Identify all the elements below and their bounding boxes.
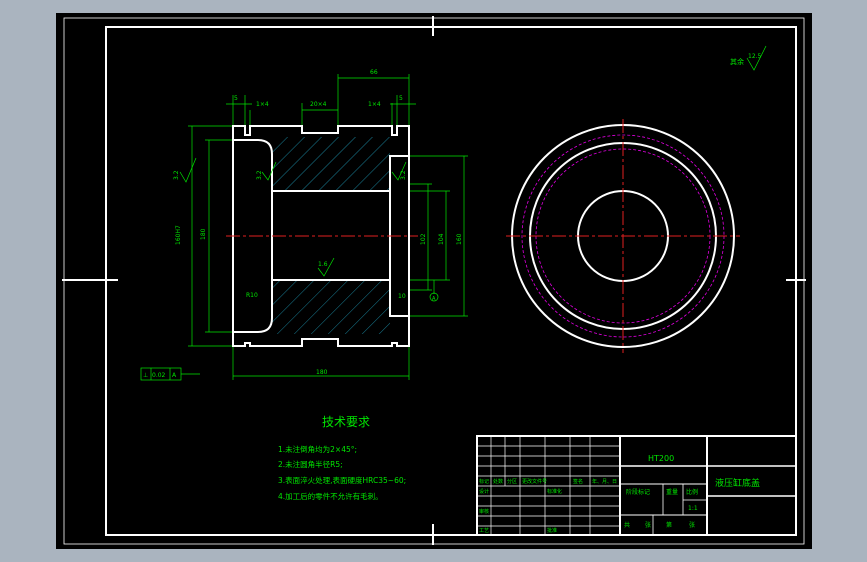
- rough-left: 3.2: [173, 170, 180, 180]
- process-label: 工艺: [479, 528, 489, 534]
- cad-drawing-canvas: 5 1×4 20×4 66 1×4 5 160H7 180 R10 3.2 3.…: [0, 0, 867, 562]
- dim-1x4-left: 1×4: [256, 101, 269, 108]
- rev-1: 标记: [479, 478, 489, 485]
- rough-right: 3.2: [400, 170, 407, 180]
- rough-top: 3.2: [256, 170, 263, 180]
- dim-right-mid: 104: [438, 233, 445, 245]
- note-1: 1.未注倒角均为2×45°;: [278, 444, 357, 454]
- notes-title: 技术要求: [322, 415, 370, 429]
- hatch-upper: [272, 137, 390, 191]
- dim-left-outer: 160H7: [175, 225, 182, 245]
- rev-2: 处数: [493, 478, 503, 485]
- dim-right-outer: 160: [456, 233, 463, 245]
- sheets-1: 共: [624, 521, 630, 529]
- hatch-lower: [272, 280, 390, 334]
- dim-20x4: 20×4: [310, 101, 327, 108]
- design-label: 设计: [479, 488, 489, 495]
- part-name: 液压缸底盖: [715, 477, 760, 489]
- dim-bottom: 180: [316, 369, 328, 376]
- review-label: 审核: [479, 508, 489, 515]
- note-3: 3.表面淬火处理,表面硬度HRC35~60;: [278, 475, 406, 485]
- dim-left-inner: 180: [200, 228, 207, 240]
- rev-4: 更改文件号: [522, 478, 547, 485]
- dim-right-inner: 102: [420, 233, 427, 245]
- tol-symbol: ⊥: [143, 372, 148, 379]
- sheets-2: 张: [645, 521, 651, 529]
- sheets-4: 张: [689, 521, 695, 529]
- material-value: HT200: [648, 454, 674, 463]
- tol-value: 0.02: [152, 372, 166, 379]
- weight-label: 重量: [666, 488, 678, 496]
- dim-r10: R10: [246, 292, 258, 299]
- rev-3: 分区: [507, 478, 517, 485]
- ratio-label: 比例: [686, 488, 698, 496]
- dim-5-right: 5: [399, 95, 403, 102]
- std-label: 标准化: [547, 488, 562, 495]
- note-2: 2.未注圆角半径R5;: [278, 459, 343, 469]
- rev-6: 年、月、日: [592, 478, 617, 485]
- approve-label: 批准: [547, 527, 557, 534]
- dim-5-left: 5: [234, 95, 238, 102]
- dim-1x4-right: 1×4: [368, 101, 381, 108]
- stage-label: 阶段标记: [626, 488, 650, 496]
- rough-bottom: 1.6: [318, 261, 328, 268]
- remaining-rough: 12.5: [748, 53, 762, 60]
- rev-5: 签名: [573, 478, 583, 485]
- note-4: 4.加工后的零件不允许有毛刺。: [278, 491, 383, 501]
- dim-10: 10: [398, 293, 406, 300]
- sheets-3: 第: [666, 521, 672, 529]
- dim-66: 66: [370, 69, 378, 76]
- datum-label: A: [432, 296, 436, 302]
- remaining-label: 其余: [730, 57, 744, 66]
- ratio-value: 1:1: [688, 505, 698, 512]
